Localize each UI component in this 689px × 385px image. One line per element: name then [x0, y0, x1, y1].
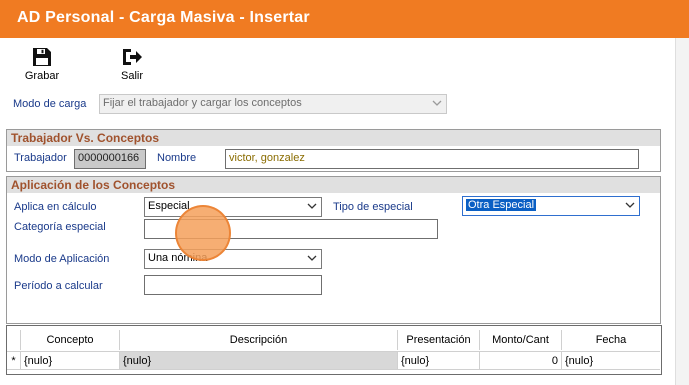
- nombre-field[interactable]: victor, gonzalez: [225, 149, 639, 169]
- modo-aplicacion-select[interactable]: Una nómina: [144, 249, 322, 269]
- right-scroll-area[interactable]: [675, 38, 689, 385]
- trabajador-field[interactable]: 0000000166: [74, 149, 146, 169]
- trabajador-value: 0000000166: [78, 152, 140, 164]
- aplicacion-section-title: Aplicación de los Conceptos: [7, 177, 660, 193]
- tipo-especial-label: Tipo de especial: [333, 201, 413, 213]
- grid-header-presentacion[interactable]: Presentación: [398, 330, 480, 350]
- app-window: AD Personal - Carga Masiva - Insertar Gr…: [0, 0, 689, 385]
- grid-header-fecha[interactable]: Fecha: [562, 330, 660, 350]
- exit-button-label: Salir: [120, 70, 143, 82]
- cell-fecha[interactable]: {nulo}: [562, 351, 660, 370]
- chevron-down-icon: [432, 100, 442, 106]
- save-button[interactable]: Grabar: [22, 46, 62, 82]
- chevron-down-icon: [625, 202, 635, 208]
- trabajador-label: Trabajador: [14, 152, 67, 164]
- modo-aplicacion-label: Modo de Aplicación: [14, 253, 110, 265]
- grid-header-descripcion[interactable]: Descripción: [120, 330, 398, 350]
- chevron-down-icon: [307, 255, 317, 261]
- tipo-especial-select[interactable]: Otra Especial: [462, 196, 640, 216]
- modo-carga-value: Fijar el trabajador y cargar los concept…: [103, 97, 302, 109]
- aplica-select[interactable]: Especial: [144, 197, 322, 217]
- tipo-especial-value: Otra Especial: [466, 199, 537, 211]
- exit-icon: [123, 49, 142, 65]
- row-header-column: [7, 330, 21, 350]
- periodo-label: Período a calcular: [14, 280, 103, 292]
- floppy-disk-icon: [33, 48, 51, 66]
- aplica-value: Especial: [148, 200, 190, 212]
- grid-header-monto[interactable]: Monto/Cant: [480, 330, 562, 350]
- cell-descripcion[interactable]: {nulo}: [120, 351, 398, 370]
- exit-button[interactable]: Salir: [112, 46, 152, 82]
- nombre-label: Nombre: [157, 152, 197, 164]
- cell-concepto[interactable]: {nulo}: [21, 351, 120, 370]
- touch-indicator: [175, 205, 231, 261]
- cell-monto[interactable]: 0: [480, 351, 562, 370]
- nombre-value: victor, gonzalez: [229, 152, 305, 164]
- grid-header-concepto[interactable]: Concepto: [21, 330, 120, 350]
- aplica-label: Aplica en cálculo: [14, 201, 97, 213]
- modo-carga-select[interactable]: Fijar el trabajador y cargar los concept…: [99, 94, 447, 114]
- modo-carga-label: Modo de carga: [13, 98, 87, 110]
- periodo-field[interactable]: [144, 275, 322, 295]
- new-row-marker: *: [7, 351, 21, 370]
- cell-presentacion[interactable]: {nulo}: [398, 351, 480, 370]
- conceptos-grid[interactable]: Concepto Descripción Presentación Monto/…: [6, 325, 662, 375]
- chevron-down-icon: [307, 203, 317, 209]
- save-button-label: Grabar: [24, 70, 60, 82]
- categoria-label: Categoría especial: [14, 221, 106, 233]
- window-title: AD Personal - Carga Masiva - Insertar: [17, 9, 310, 26]
- title-bar: AD Personal - Carga Masiva - Insertar: [0, 0, 689, 38]
- trabajador-section-title: Trabajador Vs. Conceptos: [7, 130, 660, 146]
